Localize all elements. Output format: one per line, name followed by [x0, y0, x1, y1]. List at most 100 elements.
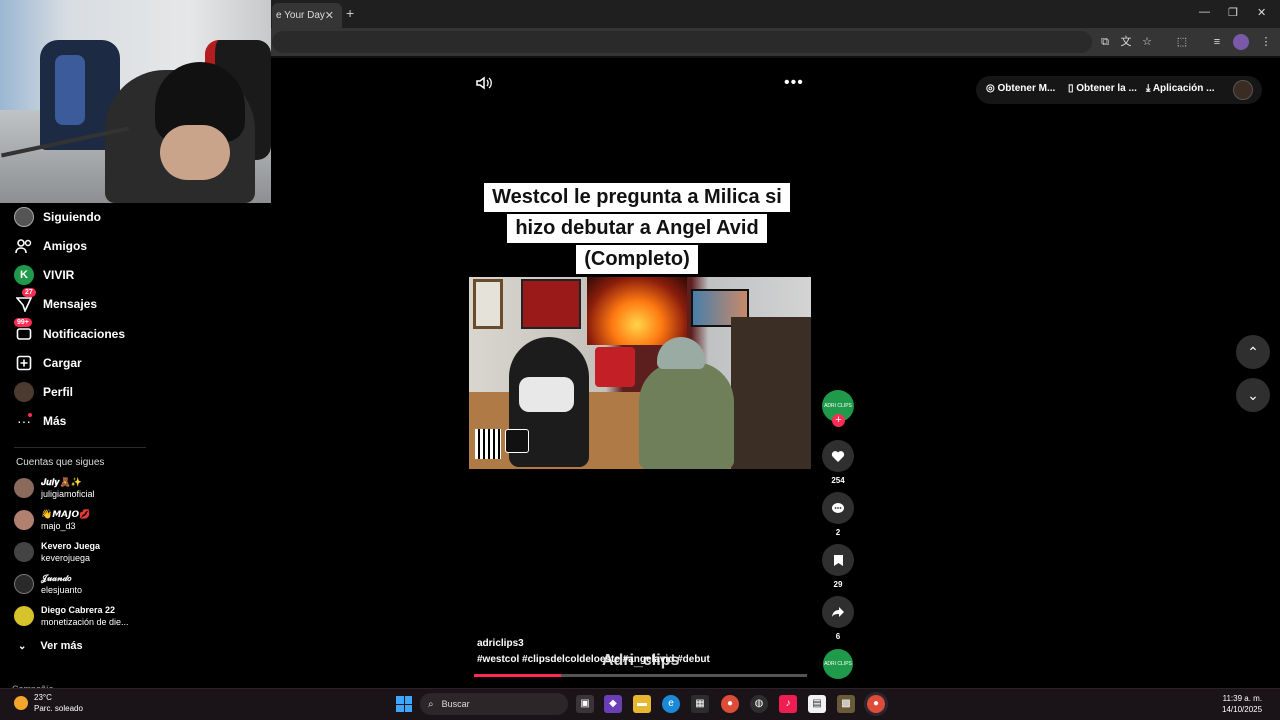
task-view-icon[interactable]: ▣ [576, 695, 594, 713]
previous-video-button[interactable]: ⌃ [1236, 335, 1270, 369]
following-icon [14, 207, 34, 227]
avatar [14, 574, 34, 594]
chevron-down-icon: ⌄ [18, 640, 27, 652]
tiktok-icon[interactable]: ♪ [779, 695, 797, 713]
browser-menu-icon[interactable]: ⋮ [1258, 34, 1274, 50]
video-title: Westcol le pregunta a Milica si hizo deb… [470, 183, 804, 276]
messages-badge: 27 [22, 288, 36, 297]
account-username: keverojuega [41, 553, 91, 563]
sidebar-item-notifications[interactable]: 99+ Notificaciones [14, 318, 126, 346]
comment-button[interactable] [822, 492, 854, 524]
see-more-link[interactable]: ⌄ Ver más [18, 640, 83, 652]
video-author[interactable]: adriclips3 [477, 638, 524, 649]
app-icon[interactable]: ◍ [750, 695, 768, 713]
creator-avatar-text: ADRI CLIPS [824, 403, 852, 409]
minimize-button[interactable]: — [1199, 6, 1210, 18]
tab-close-icon[interactable]: ✕ [325, 9, 334, 22]
sidebar-item-label: Siguiendo [43, 210, 101, 224]
webcam-face [160, 125, 230, 180]
chrome-icon[interactable]: ● [721, 695, 739, 713]
music-disc-avatar[interactable]: ADRI CLIPS [823, 649, 853, 679]
heart-icon [831, 450, 845, 462]
sidebar-item-upload[interactable]: Cargar [14, 351, 82, 375]
qr-code [475, 429, 501, 459]
video-scene-person-top [519, 377, 574, 412]
sidebar-item-friends[interactable]: Amigos [14, 234, 87, 258]
taskbar-clock[interactable]: 11:39 a. m. 14/10/2025 [1222, 693, 1262, 715]
account-nickname: 𝑱𝒖𝒍𝒚🧸✨ [41, 477, 83, 487]
get-coins-button[interactable]: ◎ Obtener M... [986, 83, 1055, 94]
like-count: 254 [831, 476, 845, 485]
extensions-icon[interactable]: ⬚ [1174, 34, 1190, 50]
sidebar-item-label: Notificaciones [43, 327, 126, 341]
followed-account[interactable]: 𝒥𝓊𝒶𝓃𝒹𝑜 elesjuanto [14, 570, 82, 598]
follow-plus-button[interactable]: + [832, 414, 845, 427]
account-nickname: 👋𝙈𝘼𝙅𝙊💋 [41, 509, 91, 519]
get-app-button[interactable]: ▯ Obtener la ... [1068, 83, 1137, 94]
edge-icon[interactable]: e [662, 695, 680, 713]
share-button[interactable] [822, 596, 854, 628]
close-window-button[interactable]: ✕ [1257, 6, 1266, 19]
media-controls-icon[interactable]: ≡ [1209, 34, 1225, 50]
account-nickname: Kevero Juega [41, 541, 101, 551]
sidebar-item-more[interactable]: ··· Más [14, 409, 66, 433]
address-bar[interactable] [272, 31, 1092, 53]
desktop-app-button[interactable]: ⤓ Aplicación ... [1146, 83, 1215, 94]
video-frame[interactable] [469, 277, 811, 469]
document-icon[interactable]: ▤ [808, 695, 826, 713]
sun-icon [14, 696, 28, 710]
bookmark-star-icon[interactable]: ☆ [1139, 34, 1155, 50]
volume-icon[interactable] [476, 76, 494, 92]
sidebar-item-label: VIVIR [43, 268, 75, 282]
profile-avatar-icon[interactable] [1233, 34, 1249, 50]
account-username: elesjuanto [41, 585, 83, 595]
followed-account[interactable]: Diego Cabrera 22 monetización de die... [14, 602, 129, 630]
sidebar-item-live[interactable]: K VIVIR [14, 263, 74, 287]
avatar [14, 542, 34, 562]
copilot-icon[interactable]: ◆ [604, 695, 622, 713]
sidebar-item-following[interactable]: Siguiendo [14, 205, 101, 229]
sidebar-divider [14, 447, 146, 448]
video-progress-fill [474, 674, 561, 677]
video-title-line: Westcol le pregunta a Milica si [484, 183, 790, 212]
video-title-line: (Completo) [576, 245, 698, 274]
like-button[interactable] [822, 440, 854, 472]
followed-account[interactable]: Kevero Juega keverojuega [14, 538, 100, 566]
sidebar-item-messages[interactable]: 27 Mensajes [14, 288, 98, 316]
file-explorer-icon[interactable]: ▬ [633, 695, 651, 713]
account-username: monetización de die... [41, 617, 129, 627]
save-button[interactable] [822, 544, 854, 576]
weather-widget[interactable]: 23°C Parc. soleado [14, 692, 83, 714]
video-more-options-icon[interactable]: ••• [784, 74, 804, 92]
avatar [14, 606, 34, 626]
video-scene-person [639, 362, 734, 469]
account-username: juligiamoficial [41, 489, 95, 499]
maximize-button[interactable]: ❐ [1228, 6, 1238, 19]
sidebar-item-profile[interactable]: Perfil [14, 380, 73, 404]
clock-time: 11:39 a. m. [1222, 694, 1263, 703]
video-scene-shelf [731, 317, 811, 469]
taskbar-search[interactable]: ⌕ Buscar [420, 693, 568, 715]
video-scene-picture [521, 279, 581, 329]
video-progress-bar[interactable] [474, 674, 807, 677]
game-icon[interactable]: ▩ [837, 695, 855, 713]
save-count: 29 [833, 580, 843, 589]
install-app-icon[interactable]: ⧉ [1097, 34, 1113, 50]
followed-account[interactable]: 𝑱𝒖𝒍𝒚🧸✨ juligiamoficial [14, 474, 95, 502]
comment-icon [832, 502, 844, 513]
upload-icon [14, 353, 34, 373]
windows-start-icon[interactable] [396, 696, 412, 712]
browser-tab[interactable]: e Your Day ✕ [272, 3, 342, 28]
user-avatar[interactable] [1233, 80, 1253, 100]
search-placeholder: Buscar [441, 699, 470, 709]
new-tab-button[interactable]: + [346, 5, 354, 21]
translate-icon[interactable]: 文 [1118, 34, 1134, 50]
sidebar-item-label: Mensajes [43, 297, 98, 311]
store-icon[interactable]: ▦ [691, 695, 709, 713]
notifications-icon: 99+ [14, 318, 34, 344]
chrome-active-icon[interactable]: ● [867, 695, 885, 713]
coin-icon: ◎ [986, 83, 998, 94]
followed-account[interactable]: 👋𝙈𝘼𝙅𝙊💋 majo_d3 [14, 506, 90, 534]
get-coins-label: Obtener M... [997, 83, 1056, 94]
next-video-button[interactable]: ⌄ [1236, 378, 1270, 412]
